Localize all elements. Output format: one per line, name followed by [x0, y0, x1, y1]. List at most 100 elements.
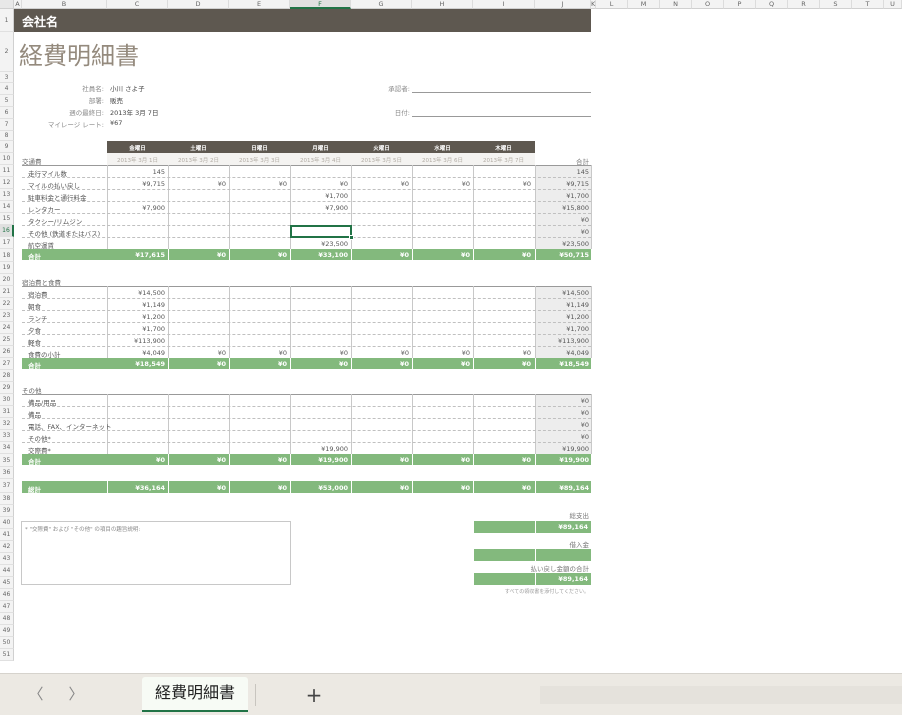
- subtotal-cell[interactable]: ¥17,615: [107, 251, 165, 259]
- row-total[interactable]: ¥19,900: [535, 445, 589, 453]
- day-header[interactable]: 土曜日: [168, 144, 229, 152]
- row-header[interactable]: 21: [0, 286, 14, 298]
- grand-total-cell[interactable]: ¥36,164: [107, 484, 165, 492]
- row-total[interactable]: ¥0: [535, 228, 589, 236]
- subtotal-cell[interactable]: ¥33,100: [290, 251, 348, 259]
- column-header[interactable]: Q: [756, 0, 788, 9]
- week-end-value[interactable]: 2013年 3月 7日: [110, 107, 158, 117]
- row-total[interactable]: ¥0: [535, 421, 589, 429]
- expense-cell[interactable]: ¥0: [168, 180, 226, 188]
- column-header[interactable]: R: [788, 0, 820, 9]
- subtotal-cell[interactable]: ¥0: [229, 251, 287, 259]
- column-header[interactable]: B: [22, 0, 107, 9]
- day-header[interactable]: 金曜日: [107, 144, 168, 152]
- row-header[interactable]: 14: [0, 201, 14, 213]
- row-header[interactable]: 7: [0, 119, 14, 131]
- subtotal-cell[interactable]: ¥0: [473, 251, 531, 259]
- row-total[interactable]: ¥0: [535, 433, 589, 441]
- subtotal-cell[interactable]: ¥0: [168, 456, 226, 464]
- expense-cell[interactable]: ¥0: [351, 349, 409, 357]
- refund-total-value[interactable]: ¥89,164: [536, 575, 588, 583]
- row-header[interactable]: 10: [0, 153, 14, 165]
- column-header[interactable]: H: [412, 0, 473, 9]
- date-header[interactable]: 2013年 3月 5日: [351, 156, 412, 164]
- row-header[interactable]: 17: [0, 237, 14, 249]
- expense-cell[interactable]: ¥0: [290, 180, 348, 188]
- day-header[interactable]: 水曜日: [412, 144, 473, 152]
- column-header[interactable]: A: [14, 0, 22, 9]
- subtotal-cell[interactable]: ¥0: [412, 456, 470, 464]
- expense-cell[interactable]: ¥0: [290, 349, 348, 357]
- row-header[interactable]: 8: [0, 131, 14, 141]
- row-header[interactable]: 22: [0, 298, 14, 310]
- row-header[interactable]: 39: [0, 505, 14, 517]
- row-header[interactable]: 34: [0, 442, 14, 454]
- row-total[interactable]: ¥0: [535, 409, 589, 417]
- row-total[interactable]: ¥9,715: [535, 180, 589, 188]
- subtotal-total[interactable]: ¥18,549: [535, 360, 589, 368]
- row-header[interactable]: 4: [0, 83, 14, 95]
- date-header[interactable]: 2013年 3月 7日: [473, 156, 534, 164]
- row-header[interactable]: 47: [0, 601, 14, 613]
- row-header[interactable]: 23: [0, 310, 14, 322]
- date-header[interactable]: 2013年 3月 4日: [290, 156, 351, 164]
- row-header[interactable]: 45: [0, 577, 14, 589]
- grand-total-value[interactable]: ¥89,164: [535, 484, 589, 492]
- next-sheet-button[interactable]: 〉: [64, 683, 88, 705]
- expense-cell[interactable]: ¥7,900: [290, 204, 348, 212]
- expense-cell[interactable]: ¥0: [351, 180, 409, 188]
- grand-total-cell[interactable]: ¥0: [351, 484, 409, 492]
- column-header[interactable]: I: [473, 0, 535, 9]
- day-header[interactable]: 木曜日: [473, 144, 534, 152]
- column-header[interactable]: U: [884, 0, 902, 9]
- row-header[interactable]: 43: [0, 553, 14, 565]
- date-header[interactable]: 2013年 3月 3日: [229, 156, 290, 164]
- subtotal-cell[interactable]: ¥0: [351, 360, 409, 368]
- active-cell[interactable]: [290, 225, 352, 238]
- horizontal-scrollbar[interactable]: [540, 686, 902, 704]
- expense-cell[interactable]: ¥0: [473, 180, 531, 188]
- row-header[interactable]: 15: [0, 213, 14, 225]
- row-total[interactable]: ¥23,500: [535, 240, 589, 248]
- subtotal-cell[interactable]: ¥19,900: [290, 456, 348, 464]
- row-header[interactable]: 44: [0, 565, 14, 577]
- row-header[interactable]: 25: [0, 334, 14, 346]
- column-header[interactable]: E: [229, 0, 290, 9]
- row-header[interactable]: 2: [0, 32, 14, 72]
- subtotal-cell[interactable]: ¥0: [473, 360, 531, 368]
- column-header[interactable]: T: [852, 0, 884, 9]
- add-sheet-button[interactable]: +: [301, 682, 327, 708]
- subtotal-cell[interactable]: ¥0: [168, 251, 226, 259]
- expense-cell[interactable]: ¥7,900: [107, 204, 165, 212]
- subtotal-cell[interactable]: ¥0: [412, 251, 470, 259]
- mileage-rate-value[interactable]: ¥67: [110, 119, 122, 127]
- grand-total-cell[interactable]: ¥0: [168, 484, 226, 492]
- row-header[interactable]: 30: [0, 394, 14, 406]
- row-header[interactable]: 18: [0, 249, 14, 262]
- column-header[interactable]: D: [168, 0, 229, 9]
- subtotal-cell[interactable]: ¥0: [351, 456, 409, 464]
- row-total[interactable]: ¥4,049: [535, 349, 589, 357]
- row-header[interactable]: 42: [0, 541, 14, 553]
- column-header[interactable]: L: [596, 0, 628, 9]
- expense-cell[interactable]: ¥0: [473, 349, 531, 357]
- row-header[interactable]: 1: [0, 9, 14, 32]
- date-header[interactable]: 2013年 3月 2日: [168, 156, 229, 164]
- subtotal-cell[interactable]: ¥0: [473, 456, 531, 464]
- expense-cell[interactable]: ¥1,700: [290, 192, 348, 200]
- row-header[interactable]: 29: [0, 382, 14, 394]
- row-total[interactable]: ¥1,149: [535, 301, 589, 309]
- expense-cell[interactable]: ¥0: [168, 349, 226, 357]
- row-header[interactable]: 19: [0, 262, 14, 274]
- row-total[interactable]: ¥0: [535, 216, 589, 224]
- day-header[interactable]: 火曜日: [351, 144, 412, 152]
- select-all-corner[interactable]: [0, 0, 14, 9]
- row-total[interactable]: ¥14,500: [535, 289, 589, 297]
- subtotal-cell[interactable]: ¥0: [412, 360, 470, 368]
- expense-cell[interactable]: ¥9,715: [107, 180, 165, 188]
- column-header[interactable]: N: [660, 0, 692, 9]
- subtotal-cell[interactable]: ¥0: [107, 456, 165, 464]
- spreadsheet-grid[interactable]: ABCDEFGHIJKLMNOPQRSTU 1 2 3 4 5 6 7 8 9 10 11 12 13 1…: [0, 0, 902, 673]
- employee-name[interactable]: 小川 さよ子: [110, 83, 145, 93]
- row-header[interactable]: 37: [0, 479, 14, 493]
